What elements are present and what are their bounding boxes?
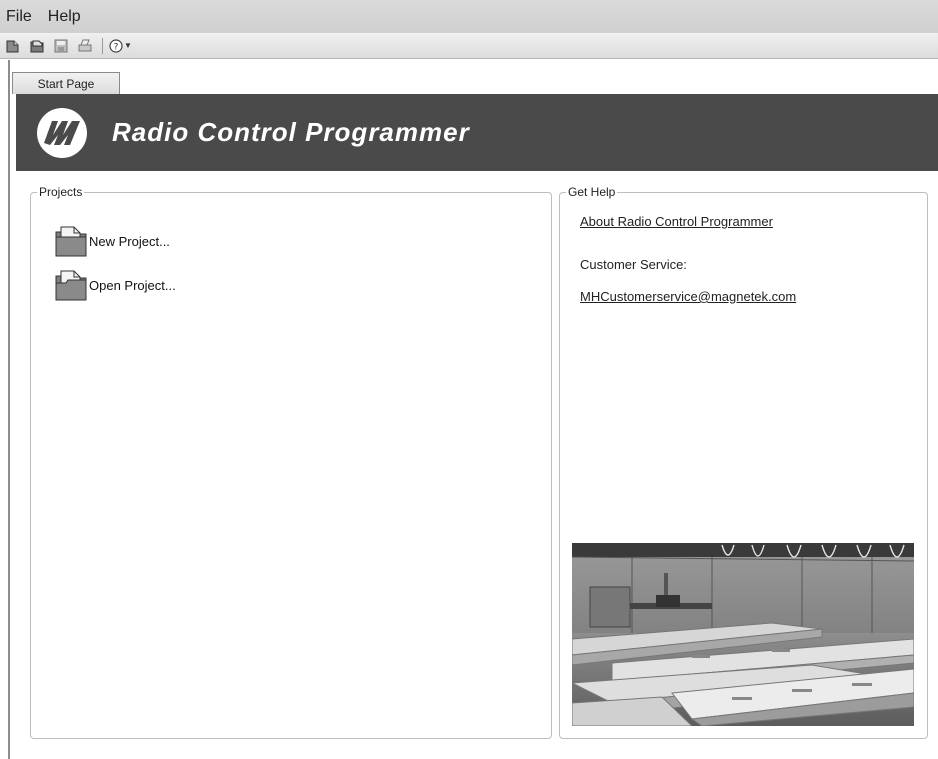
toolbar: ? ▼ xyxy=(0,33,938,59)
tab-start-page[interactable]: Start Page xyxy=(12,72,120,94)
open-folder-icon xyxy=(55,270,87,301)
open-icon[interactable] xyxy=(28,37,46,55)
open-project-label: Open Project... xyxy=(89,277,176,293)
menu-help[interactable]: Help xyxy=(40,0,89,33)
window-border xyxy=(8,60,10,759)
get-help-legend: Get Help xyxy=(566,185,618,199)
email-link[interactable]: MHCustomerservice@magnetek.com xyxy=(580,289,796,304)
warehouse-photo xyxy=(572,543,914,726)
menu-bar: File Help xyxy=(0,0,938,33)
customer-service-label: Customer Service: xyxy=(580,257,687,272)
new-document-icon xyxy=(55,226,87,257)
print-icon[interactable] xyxy=(76,37,94,55)
open-project-button[interactable]: Open Project... xyxy=(53,267,176,303)
new-project-button[interactable]: New Project... xyxy=(53,223,170,259)
toolbar-separator xyxy=(102,37,103,54)
magnetek-logo-icon xyxy=(37,107,87,158)
help-icon: ? xyxy=(109,38,123,53)
svg-text:?: ? xyxy=(114,42,119,52)
about-link[interactable]: About Radio Control Programmer xyxy=(580,214,773,229)
projects-group: Projects New Project... Open Project... xyxy=(30,185,552,739)
new-icon[interactable] xyxy=(4,37,22,55)
help-dropdown[interactable]: ? ▼ xyxy=(109,38,132,53)
projects-legend: Projects xyxy=(37,185,85,199)
get-help-group: Get Help About Radio Control Programmer … xyxy=(559,185,928,739)
banner-title: Radio Control Programmer xyxy=(112,117,470,147)
new-project-label: New Project... xyxy=(89,233,170,249)
chevron-down-icon: ▼ xyxy=(124,41,132,50)
banner: Radio Control Programmer xyxy=(16,94,938,171)
menu-file[interactable]: File xyxy=(0,0,40,33)
save-icon[interactable] xyxy=(52,37,70,55)
